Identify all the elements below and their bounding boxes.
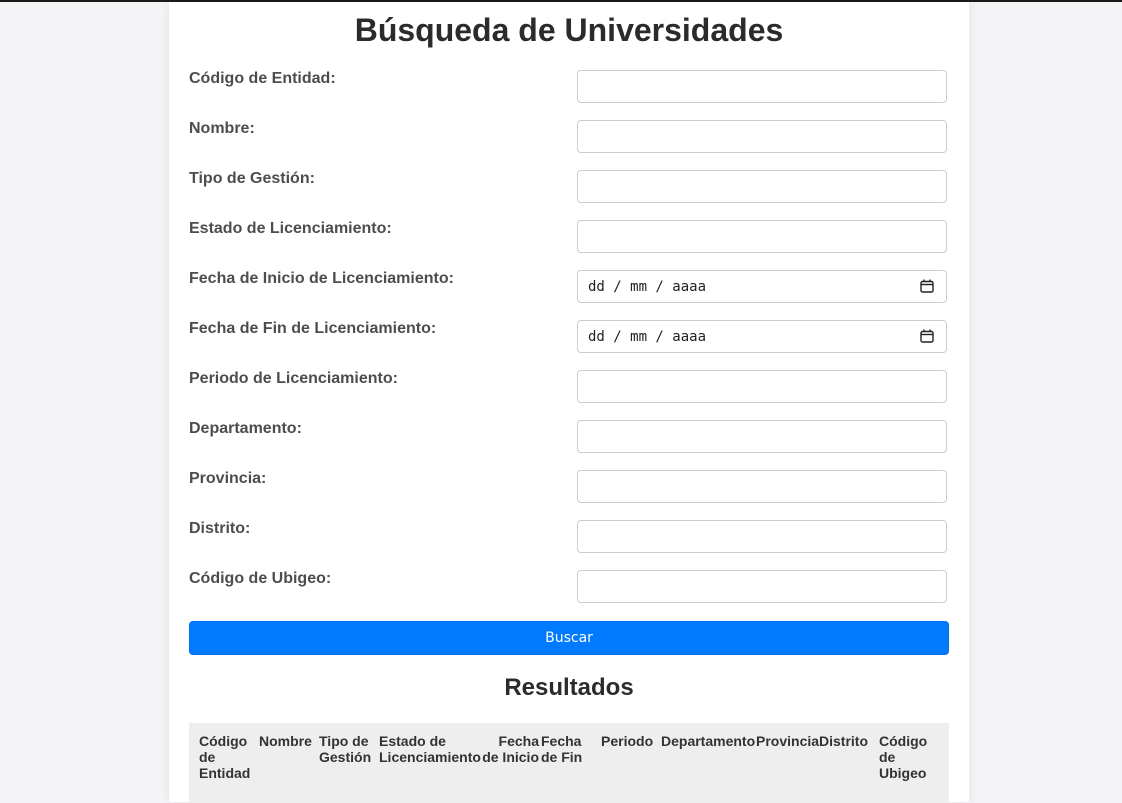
form-row-fecha-inicio: Fecha de Inicio de Licenciamiento: dd / … — [189, 270, 949, 306]
column-header-departamento[interactable]: Departamento — [661, 733, 757, 749]
results-title: Resultados — [504, 674, 634, 701]
distrito-label: Distrito: — [189, 520, 251, 537]
column-header-periodo[interactable]: Periodo — [601, 733, 661, 749]
results-table-header: Código de Entidad Nombre Tipo de Gestión… — [189, 723, 949, 803]
column-header-estado-licenciamiento[interactable]: Estado de Licenciamiento — [379, 733, 481, 765]
codigo-ubigeo-label: Código de Ubigeo: — [189, 570, 332, 587]
tipo-gestion-label: Tipo de Gestión: — [189, 170, 315, 187]
fecha-fin-date-input[interactable]: dd / mm / aaaa — [577, 320, 947, 353]
codigo-entidad-input[interactable] — [577, 70, 947, 103]
column-header-provincia[interactable]: Provincia — [756, 733, 820, 749]
form-row-departamento: Departamento: — [189, 420, 949, 456]
form-row-estado-licenciamiento: Estado de Licenciamiento: — [189, 220, 949, 256]
column-header-tipo-gestion[interactable]: Tipo de Gestión — [319, 733, 375, 765]
fecha-fin-label: Fecha de Fin de Licenciamiento: — [189, 320, 437, 337]
estado-licenciamiento-label: Estado de Licenciamiento: — [189, 220, 392, 237]
form-row-distrito: Distrito: — [189, 520, 949, 556]
distrito-input[interactable] — [577, 520, 947, 553]
nombre-input[interactable] — [577, 120, 947, 153]
form-row-codigo-ubigeo: Código de Ubigeo: — [189, 570, 949, 606]
search-card: Búsqueda de Universidades Código de Enti… — [169, 2, 969, 803]
departamento-label: Departamento: — [189, 420, 302, 437]
form-row-provincia: Provincia: — [189, 470, 949, 506]
fecha-inicio-label: Fecha de Inicio de Licenciamiento: — [189, 270, 454, 287]
calendar-icon[interactable] — [920, 329, 934, 343]
nombre-label: Nombre: — [189, 120, 255, 137]
provincia-input[interactable] — [577, 470, 947, 503]
codigo-entidad-label: Código de Entidad: — [189, 70, 336, 87]
estado-licenciamiento-input[interactable] — [577, 220, 947, 253]
column-header-codigo-entidad[interactable]: Código de Entidad — [199, 733, 253, 781]
column-header-distrito[interactable]: Distrito — [819, 733, 875, 749]
codigo-ubigeo-input[interactable] — [577, 570, 947, 603]
periodo-label: Periodo de Licenciamiento: — [189, 370, 398, 387]
column-header-fecha-fin[interactable]: Fecha de Fin — [541, 733, 595, 765]
column-header-codigo-ubigeo[interactable]: Código de Ubigeo — [879, 733, 935, 781]
buscar-button[interactable]: Buscar — [189, 621, 949, 655]
form-row-periodo: Periodo de Licenciamiento: — [189, 370, 949, 406]
provincia-label: Provincia: — [189, 470, 267, 487]
form-row-tipo-gestion: Tipo de Gestión: — [189, 170, 949, 206]
form-row-nombre: Nombre: — [189, 120, 949, 156]
page-title: Búsqueda de Universidades — [354, 12, 784, 48]
calendar-icon[interactable] — [920, 279, 934, 293]
tipo-gestion-input[interactable] — [577, 170, 947, 203]
form-row-codigo-entidad: Código de Entidad: — [189, 70, 949, 106]
column-header-fecha-inicio[interactable]: Fecha de Inicio — [481, 733, 539, 765]
fecha-inicio-date-input[interactable]: dd / mm / aaaa — [577, 270, 947, 303]
form-row-fecha-fin: Fecha de Fin de Licenciamiento: dd / mm … — [189, 320, 949, 356]
fecha-inicio-date-placeholder: dd / mm / aaaa — [588, 279, 707, 295]
fecha-fin-date-placeholder: dd / mm / aaaa — [588, 329, 707, 345]
column-header-nombre[interactable]: Nombre — [259, 733, 315, 749]
departamento-input[interactable] — [577, 420, 947, 453]
periodo-input[interactable] — [577, 370, 947, 403]
